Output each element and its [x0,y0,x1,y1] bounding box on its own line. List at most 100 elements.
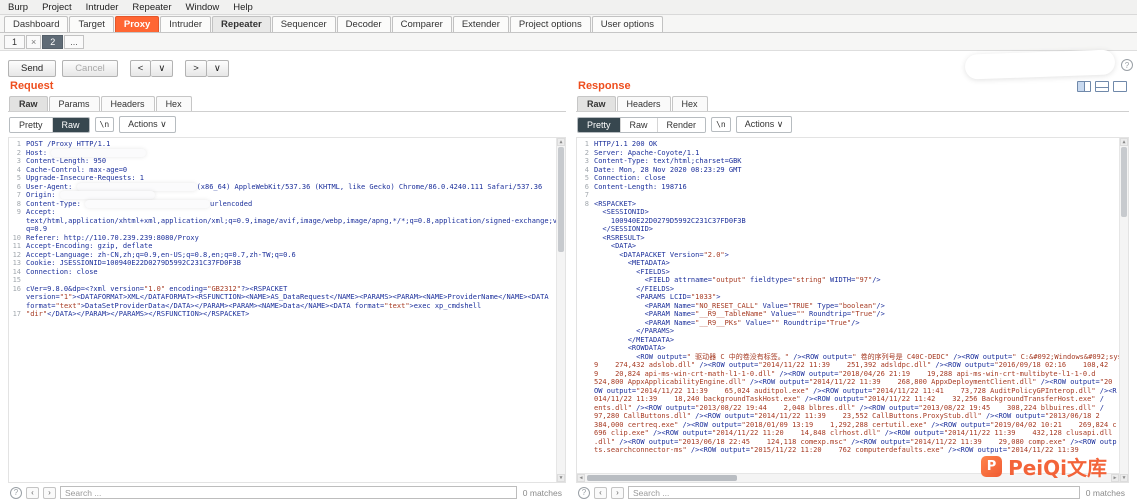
menu-repeater[interactable]: Repeater [132,2,171,13]
tab-sequencer[interactable]: Sequencer [272,16,336,32]
line-number [577,438,594,447]
code-line: <PARAM Name="__R9__PKs" Value="" Roundtr… [577,319,1119,328]
history-back-dropdown-icon[interactable]: ∨ [151,60,173,77]
history-back-button[interactable]: < [130,60,152,77]
search-next-icon[interactable]: › [43,487,56,499]
line-number: 3 [9,157,26,166]
scroll-up-icon[interactable]: ▲ [557,138,565,146]
menu-help[interactable]: Help [233,2,253,13]
response-search-bar: ? ‹ › 0 matches [576,483,1129,500]
tab-decoder[interactable]: Decoder [337,16,391,32]
request-pretty-button[interactable]: Pretty [10,118,53,132]
request-tab-headers[interactable]: Headers [101,96,155,111]
code-line: 7 [577,191,1119,200]
code-line: OW output="2014/11/22 11:39 65,024 audit… [577,387,1119,396]
request-actions-button[interactable]: Actions ∨ [119,116,176,133]
line-number: 5 [9,174,26,183]
search-prev-icon[interactable]: ‹ [594,487,607,499]
layout-single-icon[interactable] [1113,81,1127,92]
response-tab-headers[interactable]: Headers [617,96,671,111]
request-tab-raw[interactable]: Raw [9,96,48,111]
line-number: 2 [577,149,594,158]
menu-burp[interactable]: Burp [8,2,28,13]
request-tab-params[interactable]: Params [49,96,100,111]
layout-rows-icon[interactable] [1095,81,1109,92]
search-help-icon[interactable]: ? [578,487,590,499]
code-line: q=0.9 [9,225,556,234]
cancel-button[interactable]: Cancel [62,60,118,77]
response-vertical-scrollbar[interactable]: ▲ ▼ [1119,138,1128,482]
scroll-down-icon[interactable]: ▼ [1120,474,1128,482]
line-number [577,336,594,345]
layout-columns-icon[interactable] [1077,81,1091,92]
response-editor[interactable]: 1HTTP/1.1 200 OK2Server: Apache-Coyote/1… [576,137,1129,483]
repeater-tab-1[interactable]: 1 [4,35,25,49]
send-button[interactable]: Send [8,60,56,77]
response-tab-hex[interactable]: Hex [672,96,708,111]
code-line: 6Content-Length: 198716 [577,183,1119,192]
search-next-icon[interactable]: › [611,487,624,499]
tab-project-options[interactable]: Project options [510,16,591,32]
line-number: 17 [9,310,26,319]
request-view-toggle: Pretty Raw [9,117,90,133]
line-number [577,293,594,302]
request-tab-hex[interactable]: Hex [156,96,192,111]
line-number [577,217,594,226]
line-number [577,421,594,430]
tab-extender[interactable]: Extender [453,16,509,32]
scroll-down-icon[interactable]: ▼ [557,474,565,482]
response-scroll-thumb[interactable] [1121,147,1127,217]
code-line: 3Content-Type: text/html;charset=GBK [577,157,1119,166]
close-tab-icon[interactable]: × [26,35,41,49]
response-render-button[interactable]: Render [658,118,706,132]
scroll-right-icon[interactable]: ▶ [1111,474,1119,482]
code-line: </FIELDS> [577,285,1119,294]
tab-repeater[interactable]: Repeater [212,16,271,32]
menu-project[interactable]: Project [42,2,72,13]
line-number [577,378,594,387]
line-number: 10 [9,234,26,243]
tab-intruder[interactable]: Intruder [160,16,211,32]
scroll-up-icon[interactable]: ▲ [1120,138,1128,146]
response-search-input[interactable] [628,486,1080,499]
code-line: <FIELDS> [577,268,1119,277]
line-number: 5 [577,174,594,183]
tab-dashboard[interactable]: Dashboard [4,16,68,32]
line-number [577,285,594,294]
code-line: version="1"><DATAFORMAT>XML</DATAFORMAT>… [9,293,556,302]
more-tabs-button[interactable]: ... [64,35,84,49]
response-horizontal-scrollbar[interactable]: ◀ ▶ [577,473,1119,482]
history-forward-button[interactable]: > [185,60,207,77]
search-help-icon[interactable]: ? [10,487,22,499]
tab-user-options[interactable]: User options [592,16,663,32]
menu-window[interactable]: Window [186,2,220,13]
response-pretty-button[interactable]: Pretty [578,118,621,132]
line-number: 3 [577,157,594,166]
request-editor[interactable]: 1POST /Proxy HTTP/1.12Host: 3Content-Len… [8,137,566,483]
response-hscroll-thumb[interactable] [587,475,737,481]
code-line: </PARAMS> [577,327,1119,336]
response-actions-button[interactable]: Actions ∨ [736,116,793,133]
request-editor-toolbar: Pretty Raw \n Actions ∨ [8,112,566,137]
search-prev-icon[interactable]: ‹ [26,487,39,499]
line-number: 1 [577,140,594,149]
line-number: 4 [9,166,26,175]
menu-intruder[interactable]: Intruder [86,2,119,13]
tab-comparer[interactable]: Comparer [392,16,452,32]
code-line: <PARAMS LCID="1033"> [577,293,1119,302]
request-search-input[interactable] [60,486,517,499]
tab-target[interactable]: Target [69,16,113,32]
request-scroll-thumb[interactable] [558,147,564,252]
history-forward-dropdown-icon[interactable]: ∨ [207,60,229,77]
response-raw-button[interactable]: Raw [621,118,658,132]
show-newlines-button[interactable]: \n [711,117,731,132]
scroll-left-icon[interactable]: ◀ [577,474,585,482]
response-tab-raw[interactable]: Raw [577,96,616,111]
request-raw-button[interactable]: Raw [53,118,89,132]
request-vertical-scrollbar[interactable]: ▲ ▼ [556,138,565,482]
line-number: 12 [9,251,26,260]
tab-proxy[interactable]: Proxy [115,16,159,32]
repeater-tab-2[interactable]: 2 [42,35,63,49]
help-icon[interactable]: ? [1121,59,1133,71]
show-newlines-button[interactable]: \n [95,117,115,132]
